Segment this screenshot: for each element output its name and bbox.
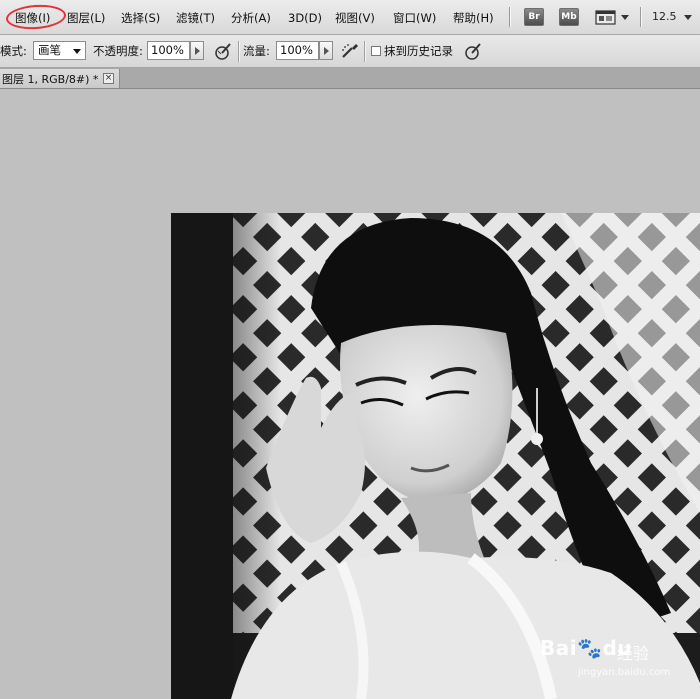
screen-mode-icon <box>595 10 616 25</box>
bridge-button[interactable]: Br <box>524 8 544 26</box>
erase-to-history-label: 抹到历史记录 <box>384 44 453 58</box>
zoom-level[interactable]: 12.5 <box>652 10 677 23</box>
flow-label: 流量: <box>243 44 270 58</box>
menu-separator <box>640 7 641 27</box>
menu-window[interactable]: 窗口(W) <box>393 10 436 26</box>
paw-icon: 🐾 <box>577 636 603 660</box>
watermark-brand: Bai <box>540 636 578 660</box>
mode-label: 模式: <box>0 44 27 58</box>
opacity-label: 不透明度: <box>93 44 143 58</box>
mode-value: 画笔 <box>38 43 61 57</box>
watermark-jingyan: 经验 <box>617 644 650 663</box>
mini-bridge-button[interactable]: Mb <box>559 8 579 26</box>
options-bar: 模式: 画笔 不透明度: 100% 流量: 100% 抹到历史记录 <box>0 35 700 68</box>
erase-to-history-checkbox[interactable] <box>371 46 381 56</box>
watermark-url: jingyan.baidu.com <box>578 667 671 678</box>
mode-select[interactable]: 画笔 <box>33 41 86 60</box>
menu-bar: 图像(I) 图层(L) 选择(S) 滤镜(T) 分析(A) 3D(D) 视图(V… <box>0 0 700 35</box>
red-annotation-circle <box>5 2 67 32</box>
flow-input[interactable]: 100% <box>276 41 319 60</box>
document-tab-title: 图层 1, RGB/8#) * <box>2 73 99 86</box>
tablet-pressure-icon[interactable] <box>463 41 483 61</box>
document-canvas-photo[interactable] <box>171 213 700 699</box>
close-icon[interactable]: × <box>103 73 114 84</box>
menu-analysis[interactable]: 分析(A) <box>231 10 271 26</box>
view-extras-button[interactable] <box>595 9 631 25</box>
menu-separator <box>509 7 510 27</box>
menu-filter[interactable]: 滤镜(T) <box>176 10 215 26</box>
flow-slider-button[interactable] <box>319 41 333 60</box>
airbrush-icon[interactable] <box>340 41 360 61</box>
zoom-caret-icon[interactable] <box>684 15 692 20</box>
portrait-image <box>171 213 700 699</box>
document-tab[interactable]: 图层 1, RGB/8#) * × <box>0 69 120 88</box>
options-separator <box>238 41 239 62</box>
menu-layer[interactable]: 图层(L) <box>67 10 105 26</box>
dropdown-caret-icon <box>621 15 629 20</box>
options-separator <box>364 41 365 62</box>
menu-help[interactable]: 帮助(H) <box>453 10 494 26</box>
menu-3d[interactable]: 3D(D) <box>288 10 322 26</box>
chevron-down-icon <box>73 49 81 54</box>
opacity-input[interactable]: 100% <box>147 41 190 60</box>
menu-view[interactable]: 视图(V) <box>335 10 375 26</box>
opacity-slider-button[interactable] <box>190 41 204 60</box>
menu-select[interactable]: 选择(S) <box>121 10 160 26</box>
airbrush-pressure-icon[interactable] <box>213 41 233 61</box>
document-tab-strip: 图层 1, RGB/8#) * × <box>0 68 700 89</box>
